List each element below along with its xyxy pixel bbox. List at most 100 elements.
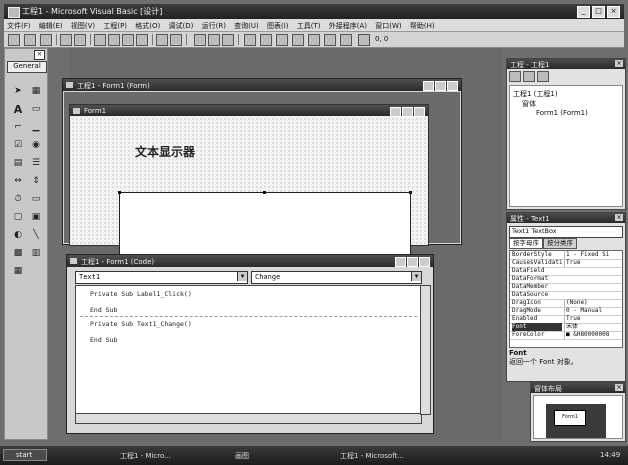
menu-edit[interactable]: 编辑(E) xyxy=(36,19,66,31)
timer-tool-icon[interactable]: ⏱ xyxy=(11,193,25,206)
menu-debug[interactable]: 调试(D) xyxy=(166,19,197,31)
toolbox-icon[interactable] xyxy=(308,34,320,46)
tab-categorized[interactable]: 按分类序 xyxy=(543,238,577,249)
filelistbox-tool-icon[interactable]: ▣ xyxy=(29,211,43,224)
text1-control[interactable] xyxy=(118,191,412,259)
dirlistbox-tool-icon[interactable]: ▢ xyxy=(11,211,25,224)
pointer-tool-icon[interactable]: ➤ xyxy=(11,85,25,98)
resize-handle[interactable] xyxy=(409,191,412,194)
code-editor[interactable]: Private Sub Label1_Click() End Sub Priva… xyxy=(75,285,422,415)
frame-tool-icon[interactable]: ⌐ xyxy=(11,121,25,134)
menu-format[interactable]: 格式(O) xyxy=(132,19,163,31)
close-icon[interactable]: × xyxy=(615,214,623,221)
code-maximize-button[interactable] xyxy=(407,257,418,267)
maximize-button[interactable]: □ xyxy=(592,6,605,18)
line-tool-icon[interactable]: ╲ xyxy=(29,229,43,242)
toolbox-tab-general[interactable]: General xyxy=(7,61,47,73)
procedure-combobox[interactable]: Change ▼ xyxy=(251,271,422,284)
cut-icon[interactable] xyxy=(94,34,106,46)
chevron-down-icon[interactable]: ▼ xyxy=(411,272,421,281)
save-icon[interactable] xyxy=(74,34,86,46)
pause-icon[interactable] xyxy=(208,34,220,46)
taskbar-item[interactable]: 画图 xyxy=(235,451,249,461)
view-object-icon[interactable] xyxy=(523,71,535,82)
resize-handle[interactable] xyxy=(263,191,266,194)
hscrollbar-tool-icon[interactable]: ⇔ xyxy=(11,175,25,188)
undo-icon[interactable] xyxy=(156,34,168,46)
menu-help[interactable]: 帮助(H) xyxy=(407,19,438,31)
form-layout-icon[interactable] xyxy=(276,34,288,46)
menu-view[interactable]: 视图(V) xyxy=(68,19,98,31)
form1-grid[interactable]: 文本显示器 xyxy=(71,117,427,259)
designer-minimize-button[interactable] xyxy=(423,81,434,91)
layout-form1[interactable]: Form1 xyxy=(554,410,586,426)
menu-addins[interactable]: 外接程序(A) xyxy=(326,19,370,31)
optionbutton-tool-icon[interactable]: ◉ xyxy=(29,139,43,152)
menu-project[interactable]: 工程(P) xyxy=(100,19,130,31)
close-icon[interactable]: × xyxy=(615,60,623,67)
code-window-titlebar[interactable]: 工程1 - Form1 (Code) xyxy=(67,255,433,267)
menu-editor-icon[interactable] xyxy=(40,34,52,46)
component-manager-icon[interactable] xyxy=(340,34,352,46)
toggle-folders-icon[interactable] xyxy=(537,71,549,82)
tree-node-project[interactable]: 工程1 (工程1) xyxy=(513,89,558,99)
redo-icon[interactable] xyxy=(170,34,182,46)
view-code-icon[interactable] xyxy=(509,71,521,82)
label-tool-icon[interactable]: A xyxy=(11,103,25,116)
taskbar-item[interactable]: 工程1 - Micro... xyxy=(120,451,171,461)
object-combobox[interactable]: Text1 ▼ xyxy=(75,271,248,284)
tree-node-form1[interactable]: Form1 (Form1) xyxy=(536,109,588,117)
form-designer-titlebar[interactable]: 工程1 - Form1 (Form) xyxy=(63,79,461,91)
open-icon[interactable] xyxy=(60,34,72,46)
add-project-icon[interactable] xyxy=(8,34,20,46)
form1[interactable]: Form1 文本显示器 xyxy=(69,104,429,259)
image-tool-icon[interactable]: ▩ xyxy=(11,247,25,260)
menu-diagram[interactable]: 图表(I) xyxy=(264,19,292,31)
code-minimize-button[interactable] xyxy=(395,257,406,267)
menu-window[interactable]: 窗口(W) xyxy=(372,19,404,31)
commandbutton-tool-icon[interactable]: ▁ xyxy=(29,121,43,134)
code-horizontal-scrollbar[interactable] xyxy=(75,413,422,424)
object-browser-icon[interactable] xyxy=(292,34,304,46)
listbox-tool-icon[interactable]: ☰ xyxy=(29,157,43,170)
paste-icon[interactable] xyxy=(122,34,134,46)
run-icon[interactable] xyxy=(194,34,206,46)
picturebox-tool-icon[interactable]: ▦ xyxy=(29,85,43,98)
menu-tools[interactable]: 工具(T) xyxy=(294,19,324,31)
tab-alphabetic[interactable]: 按字母序 xyxy=(509,238,543,249)
chevron-down-icon[interactable]: ▼ xyxy=(237,272,247,281)
add-form-icon[interactable] xyxy=(24,34,36,46)
close-button[interactable]: × xyxy=(607,6,620,18)
copy-icon[interactable] xyxy=(108,34,120,46)
code-vertical-scrollbar[interactable] xyxy=(420,285,431,415)
data-tool-icon[interactable]: ▥ xyxy=(29,247,43,260)
resize-handle[interactable] xyxy=(118,191,121,194)
combobox-tool-icon[interactable]: ▤ xyxy=(11,157,25,170)
project-explorer-icon[interactable] xyxy=(244,34,256,46)
menu-run[interactable]: 运行(R) xyxy=(199,19,229,31)
start-button[interactable]: start xyxy=(3,449,47,461)
find-icon[interactable] xyxy=(136,34,148,46)
ole-tool-icon[interactable]: ▦ xyxy=(11,265,25,278)
checkbox-tool-icon[interactable]: ☑ xyxy=(11,139,25,152)
designer-close-button[interactable] xyxy=(447,81,458,91)
property-row[interactable]: ForeColor ■ &H80000008 xyxy=(510,331,622,340)
toolbox-close-button[interactable]: × xyxy=(34,50,45,60)
minimize-button[interactable]: _ xyxy=(577,6,590,18)
properties-window-icon[interactable] xyxy=(260,34,272,46)
menu-query[interactable]: 查询(U) xyxy=(231,19,262,31)
close-icon[interactable]: × xyxy=(615,384,623,391)
properties-object-combobox[interactable]: Text1 TextBox xyxy=(509,226,623,238)
stop-icon[interactable] xyxy=(222,34,234,46)
data-view-icon[interactable] xyxy=(324,34,336,46)
label1-control[interactable]: 文本显示器 xyxy=(101,135,391,179)
drivelistbox-tool-icon[interactable]: ▭ xyxy=(29,193,43,206)
code-close-button[interactable] xyxy=(419,257,430,267)
designer-maximize-button[interactable] xyxy=(435,81,446,91)
textbox-tool-icon[interactable]: ▭ xyxy=(29,103,43,116)
menu-file[interactable]: 文件(F) xyxy=(4,19,34,31)
taskbar-item[interactable]: 工程1 - Microsoft... xyxy=(340,451,404,461)
tree-node-forms-folder[interactable]: 窗体 xyxy=(522,99,536,109)
shape-tool-icon[interactable]: ◐ xyxy=(11,229,25,242)
vscrollbar-tool-icon[interactable]: ⇕ xyxy=(29,175,43,188)
